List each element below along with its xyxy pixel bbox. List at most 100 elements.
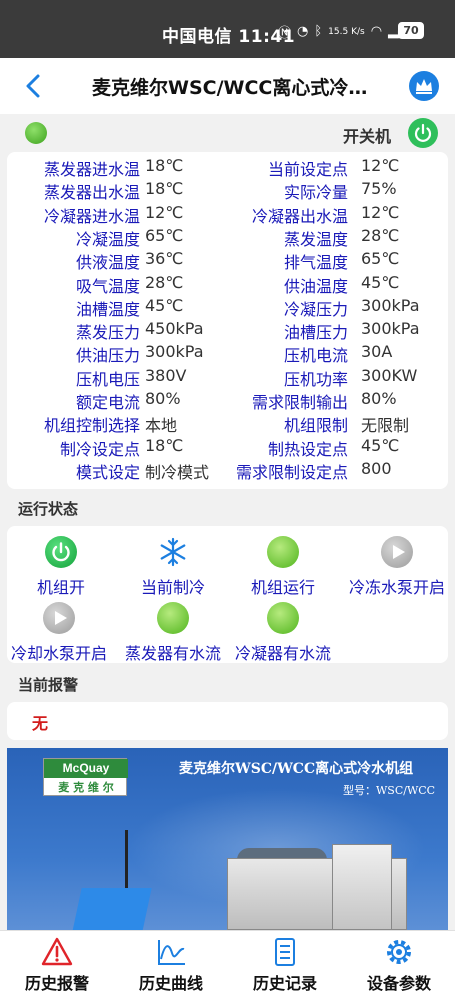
gray-play-icon xyxy=(43,602,75,634)
carrier-time: 中国电信 11:41 xyxy=(162,27,296,47)
nav-item-label: 设备参数 xyxy=(366,974,431,993)
power-switch-button[interactable] xyxy=(408,118,438,148)
parameter-value: 380V xyxy=(145,365,187,385)
battery-indicator: 70 xyxy=(398,22,424,39)
banner-model: 型号：WSC/WCC xyxy=(343,784,436,797)
current-alarm-title: 当前报警 xyxy=(18,676,79,694)
running-status-label: 冷却水泵开启 xyxy=(10,644,107,663)
nav-item-label: 历史报警 xyxy=(24,974,89,993)
parameter-value: 18℃ xyxy=(145,435,184,455)
network-speed: 15.5 K/s xyxy=(328,26,365,37)
parameter-value: 45℃ xyxy=(361,435,400,455)
running-status-item[interactable]: 冷凝器有水流 xyxy=(223,602,343,664)
parameter-value: 18℃ xyxy=(145,179,184,199)
parameter-value: 28℃ xyxy=(145,272,184,292)
running-status-item[interactable]: 机组运行 xyxy=(223,536,343,598)
power-switch-label: 开关机 xyxy=(343,127,392,146)
parameter-label: 冷凝器出水温 xyxy=(251,206,348,226)
chart-icon xyxy=(155,937,187,967)
parameter-label: 冷凝器进水温 xyxy=(43,206,140,226)
power-status-led-icon xyxy=(25,122,47,144)
gear-icon xyxy=(383,937,415,967)
nav-item[interactable]: 设备参数 xyxy=(349,937,449,994)
power-switch-row: 开关机 xyxy=(0,114,455,152)
running-status-label: 机组开 xyxy=(36,578,85,597)
parameter-value: 36℃ xyxy=(145,249,184,269)
running-status-label: 蒸发器有水流 xyxy=(124,644,221,663)
status-bar: 中国电信 11:41 Ⓝ ◔ ᛒ 15.5 K/s ◠ ▂▄▆ 70 xyxy=(0,0,455,58)
running-status-item[interactable]: 冷冻水泵开启 xyxy=(337,536,455,598)
parameter-value: 制冷模式 xyxy=(145,462,210,482)
parameter-label: 供油压力 xyxy=(75,346,140,366)
running-status-label: 当前制冷 xyxy=(140,578,205,597)
parameter-value: 300kPa xyxy=(361,319,420,339)
current-alarm-panel: 无 xyxy=(7,702,448,740)
dnd-icon: ◔ xyxy=(297,24,309,39)
parameter-value: 75% xyxy=(361,179,397,199)
parameter-label: 机组控制选择 xyxy=(43,416,140,436)
green-status-icon xyxy=(267,536,299,568)
snowflake-icon xyxy=(157,536,189,568)
document-icon xyxy=(269,937,301,967)
parameter-value: 本地 xyxy=(145,416,178,436)
back-button[interactable] xyxy=(22,72,46,100)
running-status-label: 机组运行 xyxy=(250,578,315,597)
parameter-label: 冷凝压力 xyxy=(283,299,348,319)
parameter-label: 需求限制输出 xyxy=(251,393,348,412)
power-icon xyxy=(45,536,77,568)
parameter-row: 吸气温度 28℃ 供油温度 45℃ xyxy=(7,273,448,296)
parameter-label: 蒸发器出水温 xyxy=(43,183,140,203)
parameter-value: 300kPa xyxy=(145,342,204,362)
page-title: 麦克维尔WSC/WCC离心式冷… xyxy=(92,77,368,99)
parameter-label: 油槽温度 xyxy=(75,299,140,319)
banner-title: 麦克维尔WSC/WCC离心式冷水机组 xyxy=(179,761,414,777)
parameter-row: 蒸发器出水温 18℃ 实际冷量 75% xyxy=(7,179,448,202)
green-status-icon xyxy=(157,602,189,634)
crown-icon xyxy=(416,79,432,94)
bluetooth-icon: ᛒ xyxy=(314,24,323,39)
parameter-label: 冷凝温度 xyxy=(75,229,140,249)
parameter-row: 制冷设定点 18℃ 制热设定点 45℃ xyxy=(7,436,448,459)
vip-button[interactable] xyxy=(409,71,439,101)
parameter-value: 12℃ xyxy=(361,202,400,222)
parameter-label: 压机电流 xyxy=(283,346,348,366)
running-status-label: 冷凝器有水流 xyxy=(234,644,331,663)
parameter-value: 18℃ xyxy=(145,156,184,175)
running-status-item[interactable]: 机组开 xyxy=(1,536,121,598)
running-status-item[interactable]: 冷却水泵开启 xyxy=(0,602,119,664)
nav-item[interactable]: 历史记录 xyxy=(235,937,335,994)
warning-icon xyxy=(41,937,73,967)
running-status-title: 运行状态 xyxy=(18,500,79,518)
parameter-row: 供液温度 36℃ 排气温度 65℃ xyxy=(7,249,448,272)
gateway-device-graphic xyxy=(72,888,152,930)
parameter-row: 冷凝器进水温 12℃ 冷凝器出水温 12℃ xyxy=(7,203,448,226)
parameter-value: 12℃ xyxy=(145,202,184,222)
green-status-icon xyxy=(267,602,299,634)
nfc-icon: Ⓝ xyxy=(278,26,292,41)
battery-level: 70 xyxy=(403,24,419,37)
parameters-panel: 蒸发器进水温 18℃ 当前设定点 12℃ 蒸发器出水温 18℃ 实际冷量 75% 冷凝器进水温 1… xyxy=(7,152,448,489)
parameter-label: 供液温度 xyxy=(75,253,140,273)
nav-item[interactable]: 历史报警 xyxy=(7,937,107,994)
parameter-value: 300kPa xyxy=(361,295,420,315)
parameter-label: 蒸发压力 xyxy=(75,323,140,343)
parameter-row: 供油压力 300kPa 压机电流 30A xyxy=(7,342,448,365)
parameter-row: 机组控制选择 本地 机组限制 无限制 xyxy=(7,412,448,435)
parameter-label: 制冷设定点 xyxy=(59,439,140,459)
parameter-value: 300KW xyxy=(361,365,418,385)
parameter-label: 蒸发器进水温 xyxy=(43,160,140,179)
parameter-row: 模式设定 制冷模式 需求限制设定点 800 xyxy=(7,459,448,482)
parameter-value: 28℃ xyxy=(361,225,400,245)
parameter-label: 压机功率 xyxy=(283,369,348,389)
nav-item[interactable]: 历史曲线 xyxy=(121,937,221,994)
power-icon xyxy=(414,123,432,142)
parameter-row: 蒸发器进水温 18℃ 当前设定点 12℃ xyxy=(7,156,448,179)
alarm-value: 无 xyxy=(32,714,49,733)
parameter-row: 冷凝温度 65℃ 蒸发温度 28℃ xyxy=(7,226,448,249)
parameter-row: 油槽温度 45℃ 冷凝压力 300kPa xyxy=(7,296,448,319)
running-status-item[interactable]: 当前制冷 xyxy=(113,536,233,598)
running-status-item[interactable]: 蒸发器有水流 xyxy=(113,602,233,664)
app-bar: 麦克维尔WSC/WCC离心式冷… xyxy=(0,58,455,114)
parameter-label: 模式设定 xyxy=(75,462,140,482)
nav-item-label: 历史记录 xyxy=(252,974,317,993)
